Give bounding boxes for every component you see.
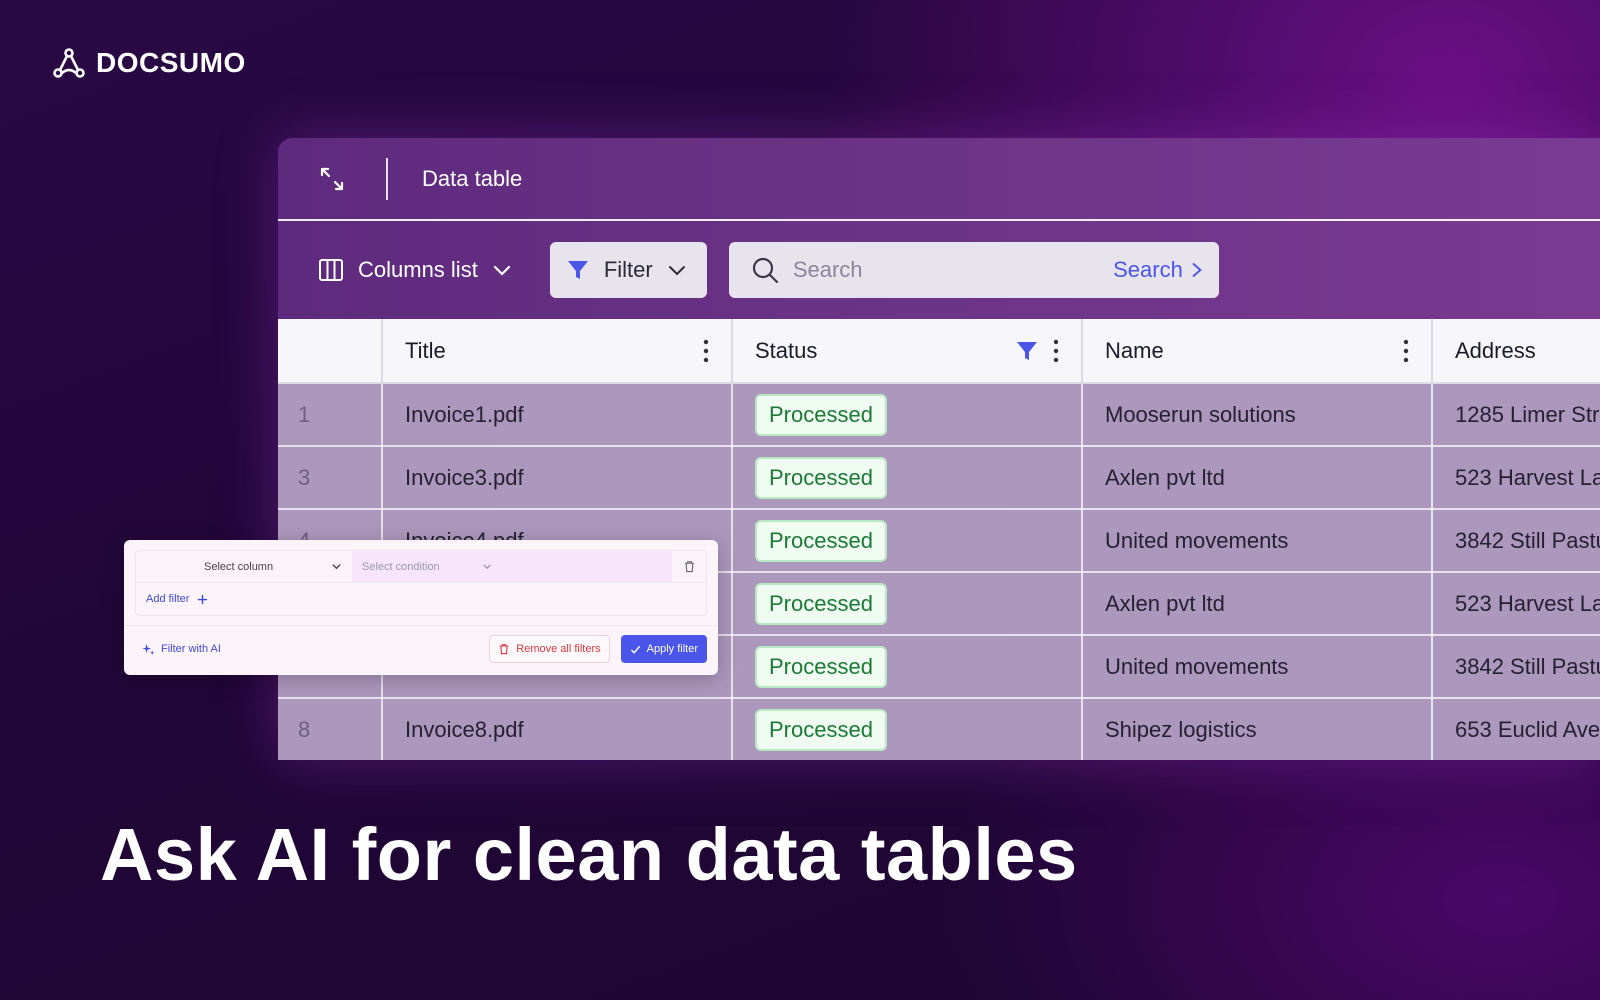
delete-rule-button[interactable] bbox=[672, 551, 706, 582]
remove-all-filters-button[interactable]: Remove all filters bbox=[489, 635, 610, 663]
cell-status: Processed bbox=[732, 509, 1083, 573]
search-icon bbox=[752, 257, 778, 284]
row-number: 1 bbox=[278, 383, 383, 447]
select-condition-dropdown[interactable]: Select condition bbox=[352, 551, 672, 582]
apply-filter-label: Apply filter bbox=[646, 643, 698, 655]
filter-rules-box: Select column Select condition Add filte… bbox=[135, 550, 707, 616]
status-badge: Processed bbox=[755, 519, 887, 562]
cell-status: Processed bbox=[732, 572, 1083, 636]
row-number-header bbox=[278, 319, 383, 384]
cell-address: 3842 Still Pastu bbox=[1432, 635, 1600, 699]
search-input[interactable] bbox=[792, 257, 1114, 283]
chevron-right-icon bbox=[1192, 263, 1202, 277]
kebab-menu-icon[interactable] bbox=[703, 339, 709, 363]
column-header-address[interactable]: Address bbox=[1432, 319, 1600, 384]
cell-name: United movements bbox=[1082, 509, 1433, 573]
status-badge: Processed bbox=[755, 645, 887, 688]
cell-status: Processed bbox=[732, 446, 1083, 510]
row-number: 3 bbox=[278, 446, 383, 510]
cell-status: Processed bbox=[732, 383, 1083, 447]
cell-name: United movements bbox=[1082, 635, 1433, 699]
filter-popup: Select column Select condition Add filte… bbox=[124, 540, 718, 675]
active-filter-icon[interactable] bbox=[1015, 339, 1039, 363]
filter-rule-row: Select column Select condition bbox=[136, 551, 706, 583]
filter-rule-spacer bbox=[136, 551, 194, 582]
brand-logo: DOCSUMO bbox=[52, 46, 246, 80]
filter-with-ai-label: Filter with AI bbox=[161, 643, 221, 655]
cell-title: Invoice8.pdf bbox=[382, 698, 733, 760]
cell-name: Axlen pvt ltd bbox=[1082, 446, 1433, 510]
add-filter-label: Add filter bbox=[146, 593, 190, 605]
table-toolbar: Columns list Filter Search bbox=[278, 221, 1600, 319]
search-box: Search bbox=[728, 242, 1219, 298]
chevron-down-icon bbox=[332, 564, 341, 570]
filter-with-ai-button[interactable]: Filter with AI bbox=[142, 643, 221, 656]
cell-address: 3842 Still Pastu bbox=[1432, 509, 1600, 573]
select-condition-label: Select condition bbox=[362, 560, 440, 573]
cell-address: 653 Euclid Ave bbox=[1432, 698, 1600, 760]
apply-filter-button[interactable]: Apply filter bbox=[620, 635, 707, 663]
check-icon bbox=[630, 645, 640, 654]
select-column-label: Select column bbox=[204, 560, 274, 573]
column-header-label: Address bbox=[1455, 337, 1536, 363]
expand-icon bbox=[320, 167, 344, 190]
docsumo-logo-icon bbox=[53, 48, 85, 78]
column-header-title[interactable]: Title bbox=[382, 319, 733, 384]
sparkle-icon bbox=[142, 643, 155, 655]
select-column-dropdown[interactable]: Select column bbox=[194, 551, 352, 582]
status-badge: Processed bbox=[755, 456, 887, 499]
remove-all-filters-label: Remove all filters bbox=[516, 643, 601, 655]
cell-address: 1285 Limer Stre bbox=[1432, 383, 1600, 447]
column-header-label: Title bbox=[405, 337, 446, 363]
popup-footer: Filter with AI Remove all filters Apply … bbox=[142, 635, 707, 663]
plus-icon bbox=[198, 594, 208, 604]
chevron-down-icon bbox=[493, 265, 510, 276]
cell-name: Mooserun solutions bbox=[1082, 383, 1433, 447]
search-submit-link[interactable]: Search bbox=[1113, 257, 1203, 283]
chevron-down-icon bbox=[668, 266, 685, 276]
cell-name: Axlen pvt ltd bbox=[1082, 572, 1433, 636]
cell-address: 523 Harvest La bbox=[1432, 446, 1600, 510]
column-header-status[interactable]: Status bbox=[732, 319, 1083, 384]
row-number: 8 bbox=[278, 698, 383, 760]
table-row[interactable]: 8 Invoice8.pdf Processed Shipez logistic… bbox=[278, 698, 1600, 760]
expand-button[interactable] bbox=[278, 138, 386, 219]
filter-icon bbox=[567, 261, 588, 279]
column-header-name[interactable]: Name bbox=[1082, 319, 1433, 384]
status-badge: Processed bbox=[755, 393, 887, 436]
table-row[interactable]: 1 Invoice1.pdf Processed Mooserun soluti… bbox=[278, 383, 1600, 447]
cell-title: Invoice1.pdf bbox=[382, 383, 733, 447]
columns-list-button[interactable]: Columns list bbox=[318, 257, 512, 283]
cell-status: Processed bbox=[732, 698, 1083, 760]
table-header-row: Title Status Name Address bbox=[278, 319, 1600, 384]
search-link-label: Search bbox=[1113, 257, 1183, 282]
kebab-menu-icon[interactable] bbox=[1403, 339, 1409, 363]
cell-status: Processed bbox=[732, 635, 1083, 699]
columns-icon bbox=[319, 259, 343, 281]
columns-list-label: Columns list bbox=[358, 257, 478, 282]
trash-icon bbox=[684, 561, 694, 573]
column-header-label: Status bbox=[755, 337, 818, 363]
brand-name: DOCSUMO bbox=[96, 47, 246, 78]
window-title: Data table bbox=[422, 165, 523, 191]
kebab-menu-icon[interactable] bbox=[1053, 339, 1059, 363]
title-divider bbox=[386, 157, 388, 200]
filter-label: Filter bbox=[603, 257, 653, 282]
cell-title: Invoice3.pdf bbox=[382, 446, 733, 510]
add-filter-button[interactable]: Add filter bbox=[136, 583, 706, 615]
popup-divider bbox=[124, 625, 718, 626]
status-badge: Processed bbox=[755, 708, 887, 751]
window-titlebar: Data table bbox=[278, 138, 1600, 221]
marketing-headline: Ask AI for clean data tables bbox=[100, 813, 1078, 896]
chevron-down-icon bbox=[483, 564, 491, 570]
cell-address: 523 Harvest La bbox=[1432, 572, 1600, 636]
cell-name: Shipez logistics bbox=[1082, 698, 1433, 760]
table-row[interactable]: 3 Invoice3.pdf Processed Axlen pvt ltd 5… bbox=[278, 446, 1600, 510]
filter-button[interactable]: Filter bbox=[549, 242, 707, 298]
status-badge: Processed bbox=[755, 582, 887, 625]
column-header-label: Name bbox=[1105, 337, 1164, 363]
trash-icon bbox=[499, 644, 509, 655]
